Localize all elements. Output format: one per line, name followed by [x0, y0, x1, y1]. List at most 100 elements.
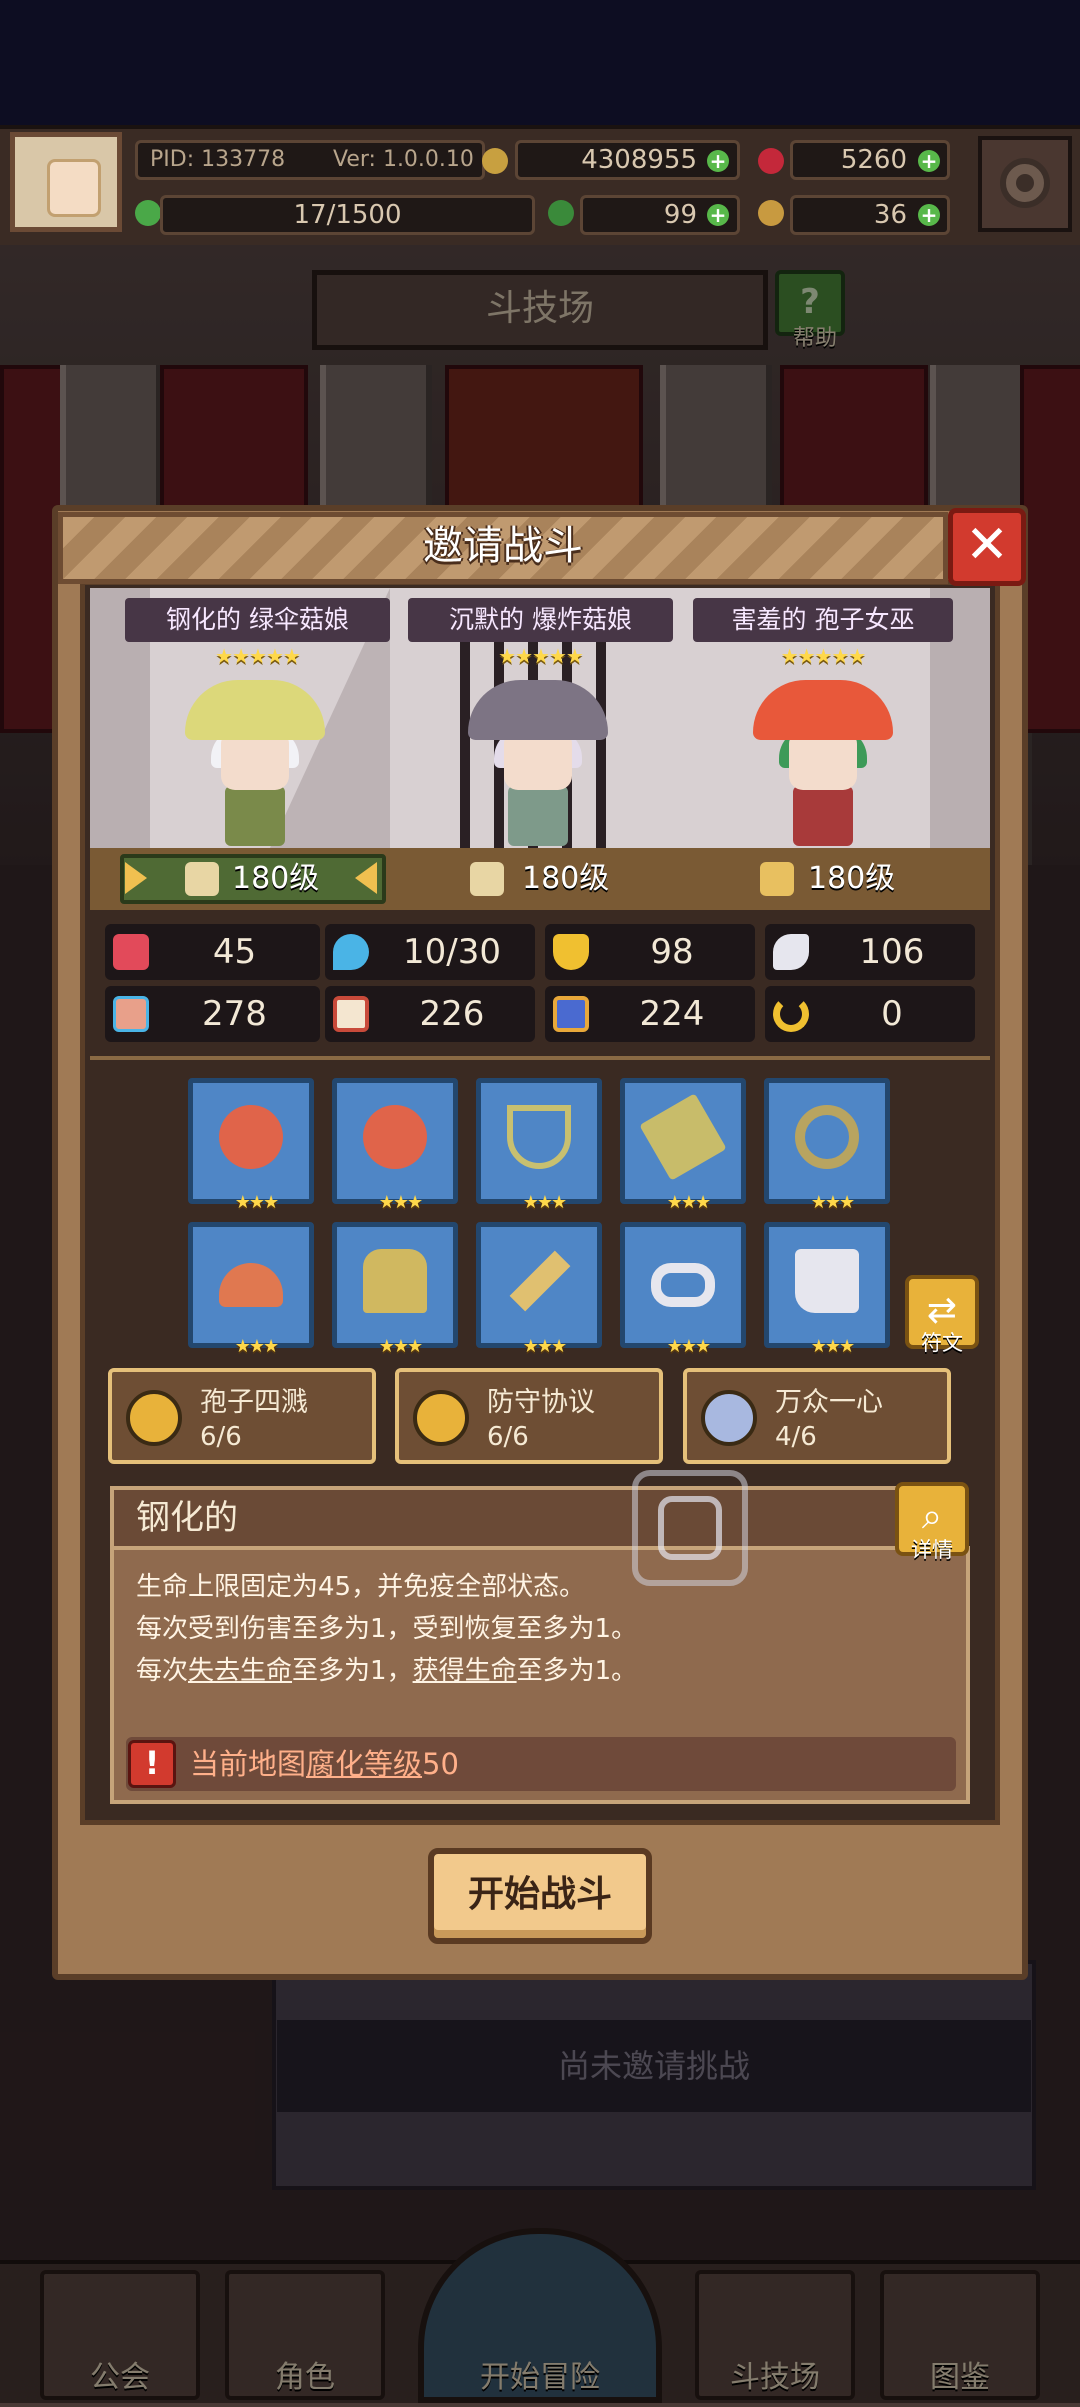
item-stars: ★★★ [522, 1336, 567, 1357]
arrow-left-icon[interactable] [355, 862, 377, 894]
item-stars: ★★★ [666, 1192, 711, 1213]
add-key-icon[interactable]: + [918, 204, 940, 226]
party-member-name: 沉默的 爆炸菇娘 [408, 598, 673, 642]
trait-keyword[interactable]: 获得生命 [413, 1656, 517, 1686]
potion-icon [553, 996, 589, 1032]
trait-keyword[interactable]: 失去生命 [188, 1656, 292, 1686]
stat-hp: 45 [105, 924, 320, 980]
close-button[interactable]: ✕ [948, 508, 1026, 586]
armor-icon [363, 1249, 427, 1313]
party-member-sprite[interactable] [185, 680, 325, 848]
avatar-face [47, 159, 101, 217]
stat-value: 98 [650, 932, 694, 972]
item-stars: ★★★ [810, 1192, 855, 1213]
level-label[interactable]: 180级 [808, 854, 895, 904]
magnifier-icon: ⌕ [921, 1496, 943, 1537]
settings-button[interactable] [978, 136, 1072, 232]
clover-amount: 99 [663, 200, 697, 230]
set-emblem-icon [126, 1390, 182, 1446]
stat-magic: 226 [325, 986, 535, 1042]
book-icon [333, 996, 369, 1032]
stat-value: 106 [859, 932, 925, 972]
ring-icon [795, 1105, 859, 1169]
equip-slot[interactable]: ★★★ [188, 1222, 314, 1357]
boots-icon [795, 1249, 859, 1313]
floating-assistive-button[interactable] [632, 1470, 748, 1586]
trait-title: 钢化的 [136, 1498, 238, 1538]
stamina-value: 17/1500 [293, 200, 402, 230]
belt-icon [651, 1263, 715, 1307]
set-bonus[interactable]: 万众一心 4/6 [683, 1368, 951, 1464]
set-name: 孢子四溅 [200, 1387, 308, 1418]
equip-slot[interactable]: ★★★ [188, 1078, 314, 1213]
level-label[interactable]: 180级 [522, 854, 609, 904]
warning-part: 当前地图 [190, 1747, 307, 1781]
amulet-icon [507, 1105, 571, 1169]
key-icon [758, 200, 784, 226]
rune-label: 符文 [921, 1331, 963, 1355]
stat-luck: 0 [765, 986, 975, 1042]
dagger-icon [509, 1250, 571, 1312]
gem-amount: 5260 [840, 145, 907, 175]
equip-slot[interactable]: ★★★ [620, 1078, 746, 1213]
stat-value: 226 [419, 994, 485, 1034]
fist-icon [113, 996, 149, 1032]
add-clover-icon[interactable]: + [707, 204, 729, 226]
set-bonus[interactable]: 孢子四溅 6/6 [108, 1368, 376, 1464]
stat-value: 278 [202, 994, 267, 1034]
add-gold-icon[interactable]: + [707, 150, 729, 172]
equip-slot[interactable]: ★★★ [764, 1078, 890, 1213]
arrow-right-icon[interactable] [125, 862, 147, 894]
stat-value: 45 [212, 932, 257, 972]
gem-icon [758, 148, 784, 174]
warning-text: 当前地图腐化等级50 [190, 1740, 459, 1788]
party-member-sprite[interactable] [753, 680, 893, 848]
player-avatar[interactable] [10, 132, 122, 232]
level-label: 180级 [232, 861, 320, 896]
item-stars: ★★★ [522, 1192, 567, 1213]
id-version-pill: PID: 133778 Ver: 1.0.0.10 [135, 140, 485, 180]
set-name: 万众一心 [775, 1387, 883, 1418]
item-stars: ★★★ [378, 1192, 423, 1213]
close-icon: ✕ [965, 515, 1009, 575]
stat-speed: 106 [765, 924, 975, 980]
equip-slot[interactable]: ★★★ [332, 1222, 458, 1357]
party-member-name: 害羞的 孢子女巫 [693, 598, 953, 642]
mushroom-cap-icon [219, 1263, 283, 1307]
key-amount: 36 [873, 200, 907, 230]
add-gem-icon[interactable]: + [918, 150, 940, 172]
set-count: 6/6 [487, 1422, 529, 1452]
party-member-stars: ★★★★★ [780, 644, 867, 668]
scroll-icon [470, 862, 504, 896]
party-member-sprite[interactable] [468, 680, 608, 848]
item-stars: ★★★ [234, 1192, 279, 1213]
sprite-hat [753, 680, 893, 740]
set-bonus[interactable]: 防守协议 6/6 [395, 1368, 663, 1464]
item-stars: ★★★ [378, 1336, 423, 1357]
game-version: Ver: 1.0.0.10 [333, 147, 474, 172]
party-member-name: 钢化的 绿伞菇娘 [125, 598, 390, 642]
mana-drop-icon [333, 934, 369, 970]
trait-text: 至多为1。 [516, 1656, 638, 1686]
equip-slot[interactable]: ★★★ [764, 1222, 890, 1357]
corruption-keyword[interactable]: 腐化等级 [306, 1747, 422, 1781]
trait-text: 每次 [136, 1656, 189, 1686]
swap-icon: ⇄ [926, 1290, 958, 1331]
equip-slot[interactable]: ★★★ [332, 1078, 458, 1213]
set-name: 防守协议 [487, 1387, 595, 1418]
equip-slot[interactable]: ★★★ [476, 1222, 602, 1357]
gear-icon [1000, 158, 1050, 208]
stat-defense: 98 [545, 924, 755, 980]
stat-attack: 278 [105, 986, 320, 1042]
trait-line: 生命上限固定为45，并免疫全部状态。 [136, 1572, 586, 1602]
start-battle-button[interactable]: 开始战斗 [428, 1848, 652, 1944]
equip-slot[interactable]: ★★★ [620, 1222, 746, 1357]
set-count: 4/6 [775, 1422, 817, 1452]
item-stars: ★★★ [234, 1336, 279, 1357]
sprite-hat [468, 680, 608, 740]
equip-slot[interactable]: ★★★ [476, 1078, 602, 1213]
item-stars: ★★★ [666, 1336, 711, 1357]
clover-icon [135, 200, 161, 226]
gold-card-icon [639, 1093, 727, 1181]
heart-icon [113, 934, 149, 970]
